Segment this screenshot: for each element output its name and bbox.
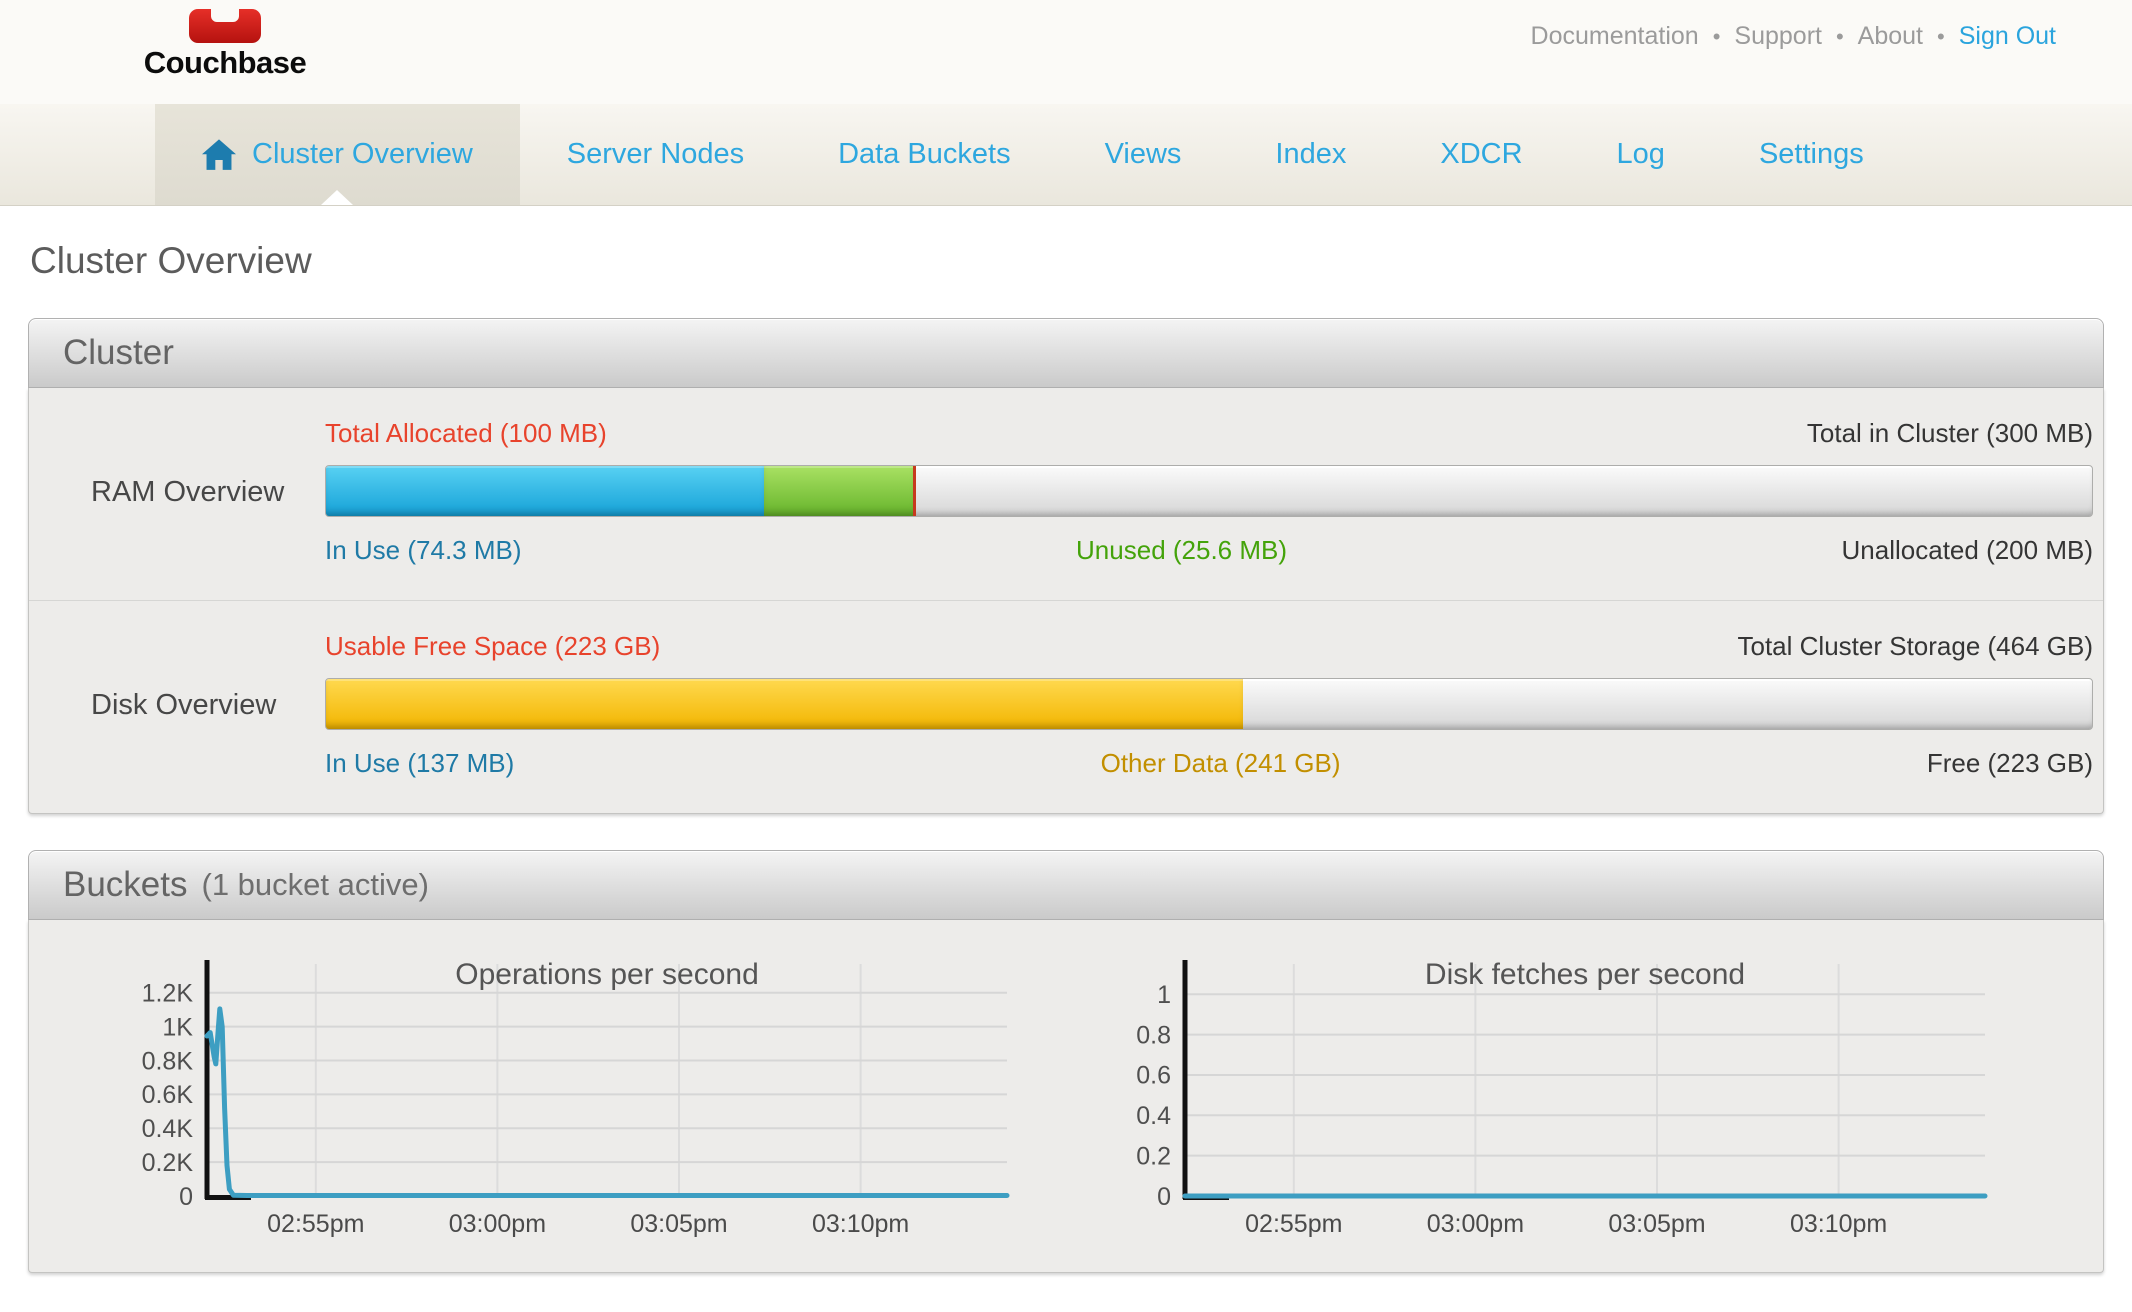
home-icon xyxy=(202,139,236,171)
buckets-panel: Buckets (1 bucket active) 02:55pm 03:00pm… xyxy=(28,850,2104,1273)
nav-tab-label: Settings xyxy=(1759,138,1864,171)
link-separator-bullet: • xyxy=(1836,24,1844,50)
disk-total-storage-label: Total Cluster Storage (464 GB) xyxy=(1738,631,2094,662)
cluster-panel-header: Cluster xyxy=(28,318,2104,388)
svg-text:0.4K: 0.4K xyxy=(142,1115,194,1143)
header-link-support[interactable]: Support xyxy=(1734,22,1822,51)
ram-overview-label: RAM Overview xyxy=(29,476,325,509)
cluster-panel: Cluster RAM Overview Total Allocated (10… xyxy=(28,318,2104,814)
svg-text:02:55pm: 02:55pm xyxy=(1245,1210,1342,1238)
link-separator-bullet: • xyxy=(1937,24,1945,50)
header-link-sign-out[interactable]: Sign Out xyxy=(1959,22,2056,51)
ram-overview-row: RAM Overview Total Allocated (100 MB) To… xyxy=(29,388,2103,600)
svg-text:Operations per second: Operations per second xyxy=(455,958,759,991)
nav-tab-label: Index xyxy=(1275,138,1346,171)
svg-text:03:05pm: 03:05pm xyxy=(630,1210,727,1238)
cluster-panel-body: RAM Overview Total Allocated (100 MB) To… xyxy=(28,388,2104,814)
nav-tab-label: Views xyxy=(1105,138,1182,171)
usage-bar-segment xyxy=(764,466,914,516)
couchbase-logo: Couchbase xyxy=(118,8,332,81)
main-nav: Cluster Overview Server Nodes Data Buckets… xyxy=(0,104,2132,206)
disk-free-label: Free (223 GB) xyxy=(1927,748,2093,779)
svg-text:0.4: 0.4 xyxy=(1136,1102,1171,1130)
ram-total-in-cluster-label: Total in Cluster (300 MB) xyxy=(1807,418,2093,449)
svg-text:0.8K: 0.8K xyxy=(142,1047,194,1075)
couchbase-couch-icon xyxy=(188,8,262,44)
svg-text:0: 0 xyxy=(179,1183,193,1211)
link-separator-bullet: • xyxy=(1713,24,1721,50)
disk-overview-row: Disk Overview Usable Free Space (223 GB)… xyxy=(29,600,2103,813)
svg-text:03:05pm: 03:05pm xyxy=(1608,1210,1705,1238)
header-link-documentation[interactable]: Documentation xyxy=(1531,22,1699,51)
svg-text:1.2K: 1.2K xyxy=(142,980,194,1008)
svg-text:03:10pm: 03:10pm xyxy=(1790,1210,1887,1238)
nav-tab-cluster-overview[interactable]: Cluster Overview xyxy=(155,104,520,205)
disk-usable-free-label: Usable Free Space (223 GB) xyxy=(325,631,660,662)
nav-tab-data-buckets[interactable]: Data Buckets xyxy=(791,104,1057,205)
svg-text:0.6K: 0.6K xyxy=(142,1081,194,1109)
ram-usage-bar xyxy=(325,465,2093,517)
nav-tab-xdcr[interactable]: XDCR xyxy=(1393,104,1569,205)
svg-text:0.2: 0.2 xyxy=(1136,1142,1171,1170)
operations-per-second-chart: 02:55pm 03:00pm 03:05pm 03:10pm 1.2K 1K 0.8K 0.… xyxy=(127,950,1027,1252)
cluster-panel-title: Cluster xyxy=(63,333,174,373)
header-link-about[interactable]: About xyxy=(1858,22,1923,51)
brand-name: Couchbase xyxy=(118,45,332,81)
ram-unallocated-label: Unallocated (200 MB) xyxy=(1842,535,2093,566)
page-title: Cluster Overview xyxy=(30,240,2132,282)
nav-tab-label: Server Nodes xyxy=(567,138,744,171)
nav-tab-label: Log xyxy=(1617,138,1665,171)
svg-text:0: 0 xyxy=(1157,1183,1171,1211)
svg-text:0.8: 0.8 xyxy=(1136,1021,1171,1049)
buckets-active-count: (1 bucket active) xyxy=(202,867,429,903)
ram-unused-label: Unused (25.6 MB) xyxy=(1076,535,1287,566)
nav-tab-views[interactable]: Views xyxy=(1058,104,1229,205)
svg-text:02:55pm: 02:55pm xyxy=(267,1210,364,1238)
nav-tab-server-nodes[interactable]: Server Nodes xyxy=(520,104,791,205)
buckets-panel-title: Buckets xyxy=(63,865,188,905)
top-header: Couchbase Documentation • Support • About • Si… xyxy=(0,0,2132,104)
disk-fetches-per-second-chart: 02:55pm 03:00pm 03:05pm 03:10pm 1 0.8 0.6 0.4 0.… xyxy=(1105,950,2005,1252)
disk-other-data-label: Other Data (241 GB) xyxy=(1101,748,1341,779)
nav-tab-label: Data Buckets xyxy=(838,138,1010,171)
ram-in-use-label: In Use (74.3 MB) xyxy=(325,535,522,566)
svg-text:1K: 1K xyxy=(162,1013,193,1041)
svg-text:1: 1 xyxy=(1157,981,1171,1009)
nav-tab-label: XDCR xyxy=(1440,138,1522,171)
allocated-marker-line xyxy=(913,466,916,516)
buckets-panel-header: Buckets (1 bucket active) xyxy=(28,850,2104,920)
nav-tab-log[interactable]: Log xyxy=(1570,104,1712,205)
svg-text:03:00pm: 03:00pm xyxy=(1427,1210,1524,1238)
nav-tab-index[interactable]: Index xyxy=(1228,104,1393,205)
svg-text:0.2K: 0.2K xyxy=(142,1149,194,1177)
svg-text:03:10pm: 03:10pm xyxy=(812,1210,909,1238)
usage-bar-segment xyxy=(326,466,764,516)
svg-text:03:00pm: 03:00pm xyxy=(449,1210,546,1238)
svg-text:0.6: 0.6 xyxy=(1136,1062,1171,1090)
disk-in-use-label: In Use (137 MB) xyxy=(325,748,514,779)
bucket-charts: 02:55pm 03:00pm 03:05pm 03:10pm 1.2K 1K 0.8K 0.… xyxy=(29,920,2103,1272)
svg-text:Disk fetches per second: Disk fetches per second xyxy=(1425,958,1745,991)
nav-tab-label: Cluster Overview xyxy=(252,138,473,171)
buckets-panel-body: 02:55pm 03:00pm 03:05pm 03:10pm 1.2K 1K 0.8K 0.… xyxy=(28,920,2104,1273)
usage-bar-segment xyxy=(326,679,1243,729)
disk-overview-label: Disk Overview xyxy=(29,689,325,722)
disk-usage-bar xyxy=(325,678,2093,730)
nav-tab-settings[interactable]: Settings xyxy=(1712,104,1911,205)
header-links: Documentation • Support • About • Sign Out xyxy=(1531,22,2056,51)
ram-total-allocated-label: Total Allocated (100 MB) xyxy=(325,418,607,449)
